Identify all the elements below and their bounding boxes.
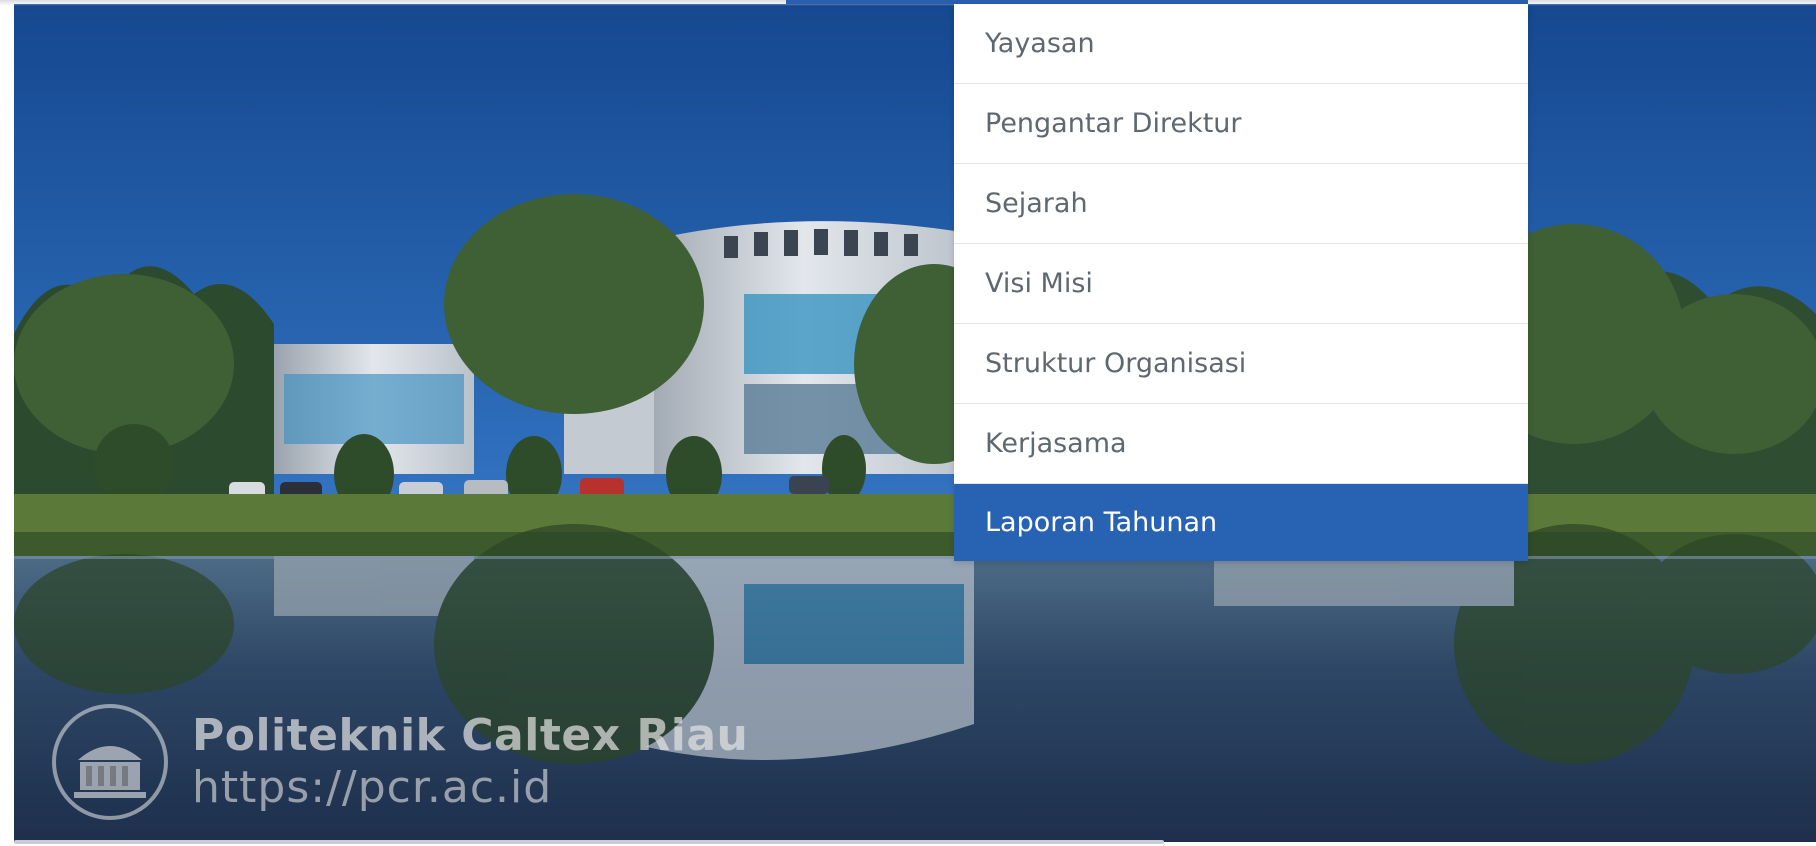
- menu-item-kerjasama[interactable]: Kerjasama: [954, 404, 1528, 484]
- page: Politeknik Caltex Riau https://pcr.ac.id…: [0, 0, 1816, 846]
- watermark-url: https://pcr.ac.id: [192, 762, 553, 813]
- pcr-logo-icon: [52, 704, 168, 820]
- menu-item-yayasan[interactable]: Yayasan: [954, 4, 1528, 84]
- hero-scrollbar[interactable]: [14, 840, 1164, 844]
- about-dropdown-menu: Yayasan Pengantar Direktur Sejarah Visi …: [954, 4, 1528, 561]
- menu-item-laporan-tahunan[interactable]: Laporan Tahunan: [954, 484, 1528, 561]
- menu-item-visi-misi[interactable]: Visi Misi: [954, 244, 1528, 324]
- menu-item-struktur-organisasi[interactable]: Struktur Organisasi: [954, 324, 1528, 404]
- watermark-title: Politeknik Caltex Riau: [192, 710, 749, 761]
- menu-item-pengantar-direktur[interactable]: Pengantar Direktur: [954, 84, 1528, 164]
- watermark: Politeknik Caltex Riau https://pcr.ac.id: [52, 704, 752, 824]
- menu-item-sejarah[interactable]: Sejarah: [954, 164, 1528, 244]
